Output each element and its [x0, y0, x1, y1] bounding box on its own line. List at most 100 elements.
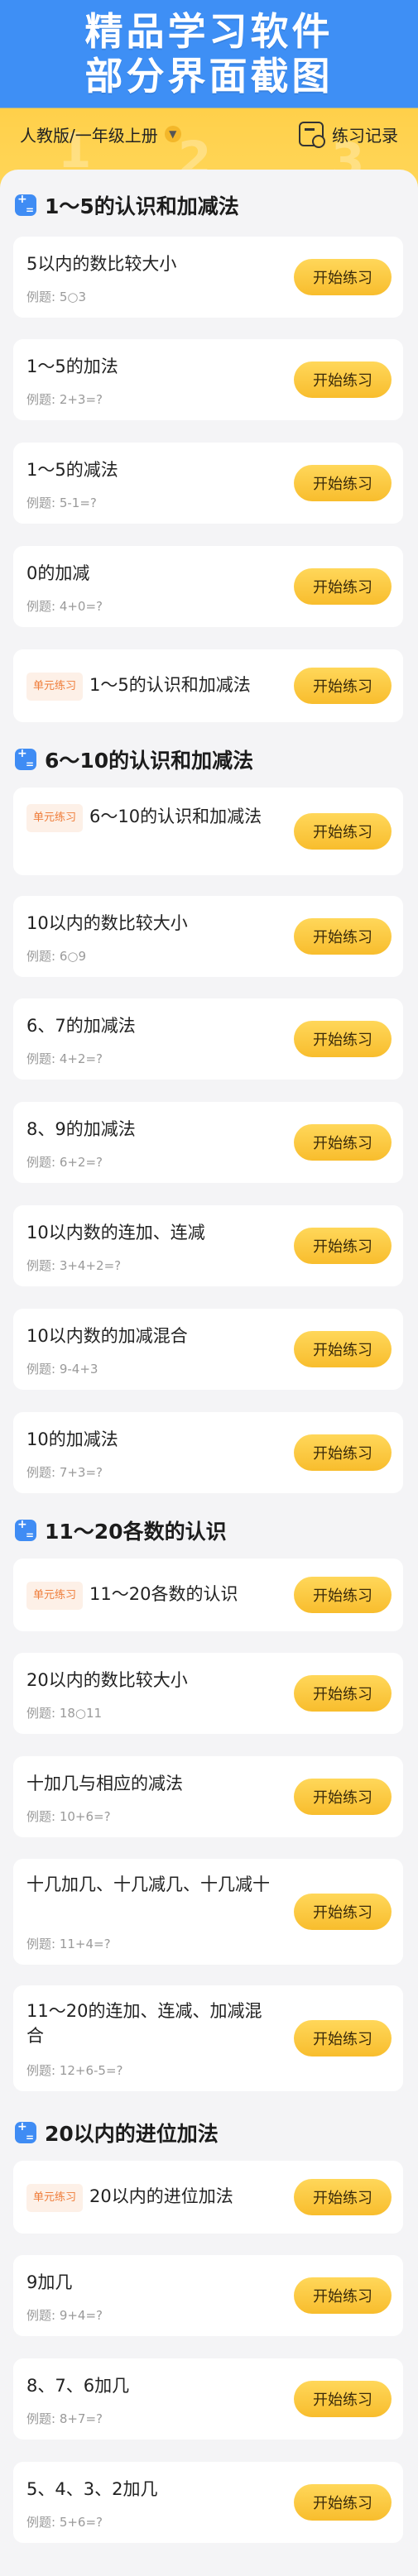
lesson-title: 1～5的减法: [26, 457, 275, 482]
lesson-title-text: 10以内数的连加、连减: [26, 1223, 205, 1243]
start-practice-button[interactable]: 开始练习: [294, 568, 392, 605]
start-practice-button[interactable]: 开始练习: [294, 2484, 392, 2521]
lesson-card[interactable]: 单元练习 1～5的认识和加减法 开始练习: [13, 649, 403, 722]
lesson-card[interactable]: 10以内的数比较大小 例题: 6○9 开始练习: [13, 896, 403, 977]
lesson-title: 8、9的加减法: [26, 1117, 275, 1142]
lesson-title-text: 十几加几、十几减几、十几减十: [26, 1875, 270, 1894]
lesson-title-text: 10的加减法: [26, 1429, 118, 1449]
start-practice-button[interactable]: 开始练习: [294, 2020, 392, 2056]
start-practice-button[interactable]: 开始练习: [294, 1577, 392, 1613]
lesson-example: 例题: 11+4=?: [26, 1937, 111, 1951]
lesson-title: 十加几与相应的减法: [26, 1771, 275, 1796]
start-practice-button[interactable]: 开始练习: [294, 1894, 392, 1930]
hero-title-line1: 精品学习软件: [84, 9, 334, 54]
section-title: 20以内的进位加法: [15, 2118, 219, 2147]
section-title: 6～10的认识和加减法: [15, 745, 253, 774]
toolbar: 人教版/一年级上册 ▼ 练习记录: [0, 116, 418, 152]
section-title-text: 11～20各数的认识: [45, 1520, 227, 1544]
edition-label: 人教版/一年级上册: [20, 125, 158, 146]
lesson-title: 11～20的连加、连减、加减混合: [26, 1999, 275, 2048]
lesson-title-text: 1～5的减法: [26, 460, 118, 480]
lesson-title-text: 11～20的连加、连减、加减混合: [26, 2001, 262, 2046]
lesson-title-text: 十加几与相应的减法: [26, 1774, 183, 1793]
unit-practice-badge: 单元练习: [26, 804, 84, 832]
lesson-title-text: 10以内数的加减混合: [26, 1326, 188, 1346]
practice-record-label: 练习记录: [332, 125, 398, 146]
start-practice-button[interactable]: 开始练习: [294, 2381, 392, 2417]
start-practice-button[interactable]: 开始练习: [294, 1021, 392, 1057]
chevron-down-icon: ▼: [164, 126, 181, 142]
start-practice-button[interactable]: 开始练习: [294, 1779, 392, 1815]
lesson-title: 单元练习 1～5的认识和加减法: [26, 673, 275, 701]
start-practice-button[interactable]: 开始练习: [294, 362, 392, 398]
lesson-card[interactable]: 10以内数的加减混合 例题: 9-4+3 开始练习: [13, 1309, 403, 1390]
lesson-title-text: 5、4、3、2加几: [26, 2479, 158, 2499]
lesson-card[interactable]: 20以内的数比较大小例题: 18○11 开始练习: [13, 1653, 403, 1734]
lesson-title: 单元练习 6～10的认识和加减法: [26, 804, 275, 832]
start-practice-button[interactable]: 开始练习: [294, 2179, 392, 2215]
lesson-example: 例题: 12+6-5=?: [26, 2063, 123, 2078]
lesson-example: 例题: 5-1=?: [26, 496, 97, 510]
lesson-card[interactable]: 8、9的加减法 例题: 6+2=? 开始练习: [13, 1102, 403, 1183]
unit-practice-badge: 单元练习: [26, 1582, 84, 1610]
lesson-card[interactable]: 11～20的连加、连减、加减混合例题: 12+6-5=? 开始练习: [13, 1985, 403, 2091]
lesson-title: 1～5的加法: [26, 354, 275, 379]
lesson-card[interactable]: 8、7、6加几例题: 8+7=? 开始练习: [13, 2358, 403, 2440]
lesson-card[interactable]: 单元练习 11～20各数的认识 开始练习: [13, 1559, 403, 1631]
hero-banner: 精品学习软件 部分界面截图: [0, 0, 418, 108]
lesson-card[interactable]: 1～5的加法例题: 2+3=? 开始练习: [13, 339, 403, 420]
edition-selector[interactable]: 人教版/一年级上册 ▼: [20, 122, 181, 146]
lesson-title: 20以内的数比较大小: [26, 1668, 275, 1693]
lesson-title-text: 10以内的数比较大小: [26, 913, 188, 933]
lesson-card[interactable]: 十几加几、十几减几、十几减十例题: 11+4=? 开始练习: [13, 1859, 403, 1965]
lesson-example: 例题: 2+3=?: [26, 392, 103, 407]
lesson-title-text: 1～5的认识和加减法: [89, 675, 251, 695]
lesson-example: 例题: 18○11: [26, 1706, 103, 1721]
lesson-title: 10以内数的加减混合: [26, 1324, 275, 1348]
lesson-card[interactable]: 单元练习 6～10的认识和加减法 开始练习: [13, 788, 403, 875]
start-practice-button[interactable]: 开始练习: [294, 2277, 392, 2314]
lesson-example: 例题: 4+0=?: [26, 599, 103, 614]
practice-record-button[interactable]: 练习记录: [299, 122, 398, 148]
lesson-card[interactable]: 0的加减例题: 4+0=? 开始练习: [13, 546, 403, 627]
lesson-title-text: 6～10的认识和加减法: [89, 807, 262, 826]
start-practice-button[interactable]: 开始练习: [294, 259, 392, 295]
lesson-title: 10以内数的连加、连减: [26, 1220, 275, 1245]
lesson-title: 6、7的加减法: [26, 1013, 275, 1038]
lesson-example: 例题: 5+6=?: [26, 2515, 103, 2530]
lesson-title-text: 1～5的加法: [26, 357, 118, 376]
lesson-example: 例题: 8+7=?: [26, 2411, 103, 2426]
lesson-title-text: 9加几: [26, 2272, 73, 2292]
math-section-icon: [15, 1518, 36, 1541]
lesson-example: 例题: 10+6=?: [26, 1809, 111, 1824]
lesson-card[interactable]: 10以内数的连加、连减例题: 3+4+2=? 开始练习: [13, 1205, 403, 1286]
lesson-card[interactable]: 9加几例题: 9+4=? 开始练习: [13, 2255, 403, 2336]
lesson-card[interactable]: 单元练习 20以内的进位加法 开始练习: [13, 2161, 403, 2234]
lesson-card[interactable]: 10的加减法 例题: 7+3=? 开始练习: [13, 1412, 403, 1493]
start-practice-button[interactable]: 开始练习: [294, 1675, 392, 1712]
lesson-card[interactable]: 1～5的减法例题: 5-1=? 开始练习: [13, 443, 403, 524]
lesson-example: 例题: 9+4=?: [26, 2308, 103, 2323]
lesson-card[interactable]: 十加几与相应的减法例题: 10+6=? 开始练习: [13, 1756, 403, 1837]
start-practice-button[interactable]: 开始练习: [294, 1124, 392, 1161]
lesson-card[interactable]: 5、4、3、2加几例题: 5+6=? 开始练习: [13, 2462, 403, 2543]
lesson-example: 例题: 5○3: [26, 290, 86, 304]
lesson-title: 10以内的数比较大小: [26, 911, 275, 936]
hero-title-line2: 部分界面截图: [84, 54, 334, 98]
lesson-card[interactable]: 6、7的加减法 例题: 4+2=? 开始练习: [13, 998, 403, 1080]
lesson-card[interactable]: 5以内的数比较大小 例题: 5○3 开始练习: [13, 237, 403, 318]
start-practice-button[interactable]: 开始练习: [294, 918, 392, 955]
lesson-title-text: 6、7的加减法: [26, 1016, 136, 1036]
lesson-title: 10的加减法: [26, 1427, 275, 1452]
lesson-example: 例题: 3+4+2=?: [26, 1258, 122, 1273]
lesson-title-text: 0的加减: [26, 563, 90, 583]
start-practice-button[interactable]: 开始练习: [294, 668, 392, 704]
lesson-title: 8、7、6加几: [26, 2373, 275, 2398]
lesson-title: 9加几: [26, 2270, 275, 2295]
start-practice-button[interactable]: 开始练习: [294, 1434, 392, 1471]
start-practice-button[interactable]: 开始练习: [294, 813, 392, 850]
math-section-icon: [15, 747, 36, 770]
start-practice-button[interactable]: 开始练习: [294, 1228, 392, 1264]
start-practice-button[interactable]: 开始练习: [294, 465, 392, 501]
start-practice-button[interactable]: 开始练习: [294, 1331, 392, 1367]
